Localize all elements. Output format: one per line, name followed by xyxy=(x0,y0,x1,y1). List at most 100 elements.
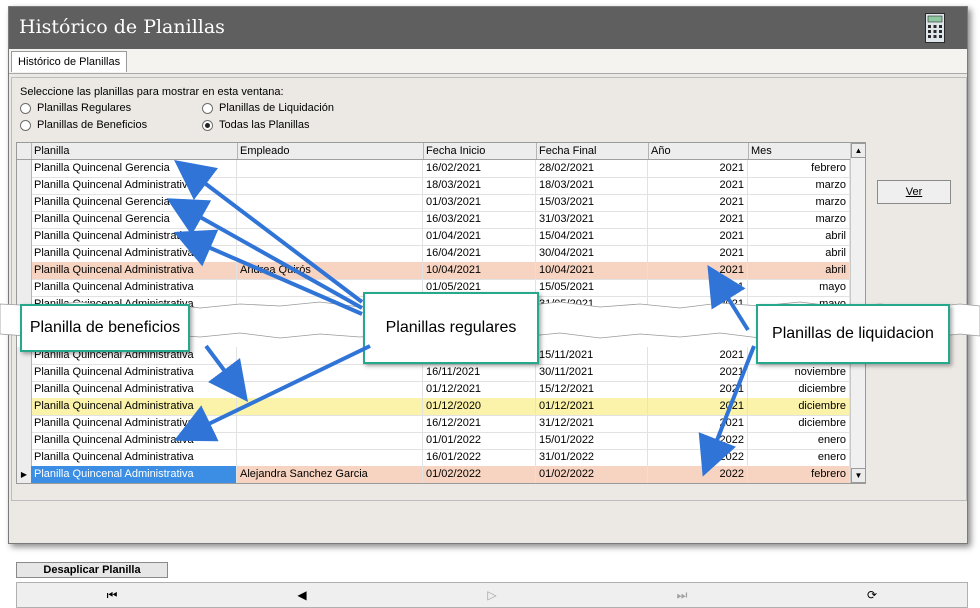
cell-anio[interactable]: 2022 xyxy=(648,466,748,483)
cell-empleado[interactable] xyxy=(237,211,423,228)
last-record-icon[interactable]: ⏭ xyxy=(667,585,697,605)
cell-mes[interactable]: enero xyxy=(748,449,850,466)
cell-anio[interactable]: 2021 xyxy=(648,415,748,432)
cell-fecha-final[interactable]: 10/04/2021 xyxy=(536,262,648,279)
cell-planilla[interactable]: Planilla Quincenal Administrativa xyxy=(31,245,237,262)
cell-mes[interactable]: abril xyxy=(748,228,850,245)
row-indicator[interactable] xyxy=(17,279,32,296)
cell-fecha-inicio[interactable]: 01/12/2020 xyxy=(423,398,536,415)
cell-fecha-inicio[interactable]: 16/04/2021 xyxy=(423,245,536,262)
cell-empleado[interactable] xyxy=(237,381,423,398)
cell-fecha-final[interactable]: 31/03/2021 xyxy=(536,211,648,228)
cell-anio[interactable]: 2021 xyxy=(648,398,748,415)
cell-planilla[interactable]: Planilla Quincenal Administrativa xyxy=(31,364,237,381)
cell-fecha-inicio[interactable]: 10/04/2021 xyxy=(423,262,536,279)
cell-planilla[interactable]: Planilla Quincenal Gerencia xyxy=(31,211,237,228)
cell-fecha-final[interactable]: 28/02/2021 xyxy=(536,160,648,177)
cell-fecha-final[interactable]: 01/12/2021 xyxy=(536,398,648,415)
cell-fecha-inicio[interactable]: 16/11/2021 xyxy=(423,364,536,381)
tab-historico-planillas[interactable]: Histórico de Planillas xyxy=(11,51,128,72)
cell-mes[interactable]: diciembre xyxy=(748,398,850,415)
cell-anio[interactable]: 2021 xyxy=(648,177,748,194)
radio-button[interactable] xyxy=(20,119,31,131)
cell-fecha-final[interactable]: 31/01/2022 xyxy=(536,449,648,466)
cell-empleado[interactable] xyxy=(237,364,423,381)
row-indicator[interactable] xyxy=(17,398,32,415)
cell-planilla[interactable]: Planilla Quincenal Administrativa xyxy=(31,262,237,279)
radio-button[interactable] xyxy=(202,102,213,114)
header-fecha-final[interactable]: Fecha Final xyxy=(536,143,649,159)
table-row[interactable]: Planilla Quincenal Administrativa 16/12/2… xyxy=(17,415,850,433)
cell-empleado[interactable] xyxy=(237,228,423,245)
cell-mes[interactable]: mayo xyxy=(748,279,850,296)
cell-anio[interactable]: 2021 xyxy=(648,262,748,279)
cell-mes[interactable]: diciembre xyxy=(748,415,850,432)
row-indicator[interactable] xyxy=(17,449,32,466)
scroll-up-icon[interactable]: ▲ xyxy=(851,143,865,158)
cell-fecha-inicio[interactable]: 16/02/2021 xyxy=(423,160,536,177)
row-pointer-icon[interactable]: ▶ xyxy=(17,466,32,483)
cell-planilla[interactable]: Planilla Quincenal Administrativa xyxy=(31,381,237,398)
cell-fecha-inicio[interactable]: 16/12/2021 xyxy=(423,415,536,432)
cell-mes[interactable]: marzo xyxy=(748,194,850,211)
cell-anio[interactable]: 2021 xyxy=(648,347,748,364)
header-mes[interactable]: Mes xyxy=(748,143,851,159)
cell-anio[interactable]: 2021 xyxy=(648,279,748,296)
cell-planilla[interactable]: Planilla Quincenal Administrativa xyxy=(31,177,237,194)
cell-planilla[interactable]: Planilla Quincenal Administrativa xyxy=(31,398,237,415)
cell-fecha-inicio[interactable]: 01/04/2021 xyxy=(423,228,536,245)
cell-empleado[interactable] xyxy=(237,194,423,211)
cell-empleado[interactable] xyxy=(237,245,423,262)
cell-fecha-final[interactable]: 15/01/2022 xyxy=(536,432,648,449)
table-row[interactable]: Planilla Quincenal Administrativa 01/04/2… xyxy=(17,228,850,246)
cell-mes[interactable]: abril xyxy=(748,245,850,262)
cell-fecha-inicio[interactable]: 01/03/2021 xyxy=(423,194,536,211)
cell-anio[interactable]: 2022 xyxy=(648,449,748,466)
cell-anio[interactable]: 2021 xyxy=(648,194,748,211)
cell-mes[interactable]: enero xyxy=(748,432,850,449)
row-indicator[interactable] xyxy=(17,364,32,381)
radio-planillas-liquidacion[interactable]: Planillas de Liquidación xyxy=(202,102,334,114)
cell-planilla[interactable]: Planilla Quincenal Administrativa xyxy=(31,432,237,449)
cell-fecha-final[interactable]: 30/04/2021 xyxy=(536,245,648,262)
cell-anio[interactable]: 2021 xyxy=(648,228,748,245)
row-indicator[interactable] xyxy=(17,245,32,262)
cell-empleado[interactable]: Andrea Quirós xyxy=(237,262,423,279)
cell-fecha-final[interactable]: 15/11/2021 xyxy=(536,347,648,364)
cell-fecha-inicio[interactable]: 18/03/2021 xyxy=(423,177,536,194)
row-indicator[interactable] xyxy=(17,432,32,449)
cell-fecha-final[interactable]: 01/02/2022 xyxy=(536,466,648,483)
table-row[interactable]: Planilla Quincenal Administrativa 16/01/2… xyxy=(17,449,850,467)
cell-mes[interactable]: febrero xyxy=(748,466,850,483)
refresh-icon[interactable]: ⟳ xyxy=(857,585,887,605)
cell-empleado[interactable] xyxy=(237,449,423,466)
cell-empleado[interactable] xyxy=(237,432,423,449)
table-row[interactable]: Planilla Quincenal Administrativa 01/12/2… xyxy=(17,381,850,399)
ver-button[interactable]: Ver xyxy=(877,180,951,204)
cell-empleado[interactable] xyxy=(237,160,423,177)
table-row[interactable]: Planilla Quincenal Gerencia 01/03/2021 15/… xyxy=(17,194,850,212)
table-row[interactable]: Planilla Quincenal Administrativa 16/04/2… xyxy=(17,245,850,263)
table-row[interactable]: Planilla Quincenal Administrativa 01/12/2… xyxy=(17,398,850,416)
cell-fecha-inicio[interactable]: 01/01/2022 xyxy=(423,432,536,449)
cell-fecha-inicio[interactable]: 16/01/2022 xyxy=(423,449,536,466)
cell-fecha-inicio[interactable]: 01/12/2021 xyxy=(423,381,536,398)
table-row[interactable]: Planilla Quincenal Gerencia 16/03/2021 31/… xyxy=(17,211,850,229)
cell-empleado[interactable] xyxy=(237,398,423,415)
cell-fecha-final[interactable]: 18/03/2021 xyxy=(536,177,648,194)
row-indicator[interactable] xyxy=(17,262,32,279)
cell-planilla[interactable]: Planilla Quincenal Administrativa xyxy=(31,279,237,296)
row-indicator[interactable] xyxy=(17,194,32,211)
first-record-icon[interactable]: ⏮ xyxy=(97,585,127,605)
radio-todas-planillas[interactable]: Todas las Planillas xyxy=(202,119,310,131)
prev-record-icon[interactable]: ◀ xyxy=(287,585,317,605)
radio-button[interactable] xyxy=(20,102,31,114)
table-row[interactable]: Planilla Quincenal Administrativa 01/01/2… xyxy=(17,432,850,450)
cell-planilla[interactable]: Planilla Quincenal Gerencia xyxy=(31,160,237,177)
cell-anio[interactable]: 2022 xyxy=(648,432,748,449)
scroll-down-icon[interactable]: ▼ xyxy=(851,468,865,483)
cell-mes[interactable]: noviembre xyxy=(748,364,850,381)
header-fecha-inicio[interactable]: Fecha Inicio xyxy=(423,143,537,159)
header-anio[interactable]: Año xyxy=(648,143,749,159)
row-indicator[interactable] xyxy=(17,211,32,228)
